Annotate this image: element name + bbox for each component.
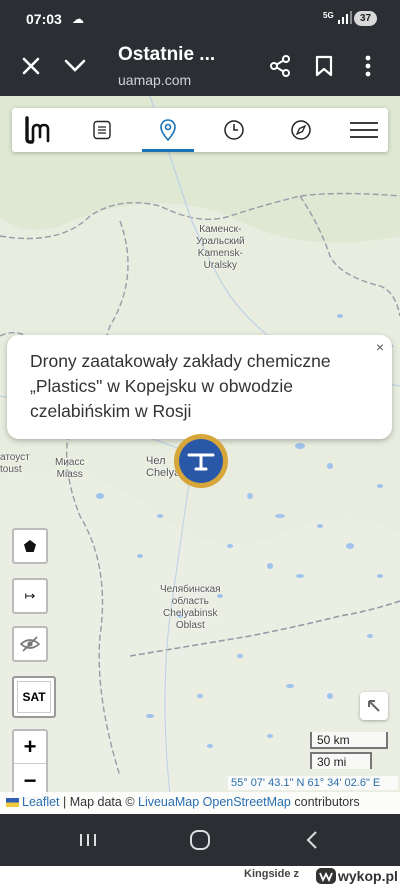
satellite-layer-button[interactable]: SAT xyxy=(12,676,56,718)
label-oblast: Челябинская область Chelyabinsk Oblast xyxy=(160,584,221,632)
logo-icon xyxy=(25,116,50,144)
liveuamap-logo[interactable] xyxy=(16,108,56,152)
popup-close-button[interactable]: × xyxy=(376,339,384,355)
cloud-icon: ☁ xyxy=(72,12,84,26)
watermark-site: wykop.pl xyxy=(337,868,398,884)
browser-header: 07:03 ☁ 5G 37 Ostatnie ... uamap.com xyxy=(0,0,400,96)
label-oblast-ru1: Челябинская xyxy=(160,584,221,595)
recent-apps-icon xyxy=(80,834,96,846)
clock-icon xyxy=(224,120,244,140)
osm-link[interactable]: OpenStreetMap xyxy=(203,795,291,809)
list-icon xyxy=(93,120,111,140)
home-icon xyxy=(190,830,210,850)
label-oblast-ru2: область xyxy=(171,596,209,607)
drone-event-marker[interactable] xyxy=(174,434,228,488)
location-pin-icon xyxy=(160,119,176,141)
back-chevron-icon xyxy=(306,831,317,849)
map-attribution: Leaflet | Map data © LiveuaMap OpenStree… xyxy=(0,792,400,814)
hamburger-menu-icon xyxy=(350,122,378,138)
pentagon-icon xyxy=(24,540,36,552)
leaflet-link[interactable]: Leaflet xyxy=(22,795,60,809)
watermark-user: Kingside z xyxy=(244,868,300,880)
label-zlatoust: атоуст toust xyxy=(0,452,30,476)
ukraine-flag-icon xyxy=(6,798,19,807)
label-kamensk-ru: Каменск- xyxy=(199,224,242,235)
battery-indicator: 37 xyxy=(354,11,377,26)
popup-text: Drony zaatakowały zakłady chemiczne „Pla… xyxy=(30,351,331,421)
chevron-down-icon xyxy=(64,59,86,72)
tab-time[interactable] xyxy=(214,108,254,152)
cursor-coordinates: 55° 07' 43.1" N 61° 34' 02.6" E xyxy=(228,776,398,790)
page-title: Ostatnie ... xyxy=(118,44,216,65)
toggle-visibility-button[interactable] xyxy=(12,626,48,662)
wykop-logo: wykop.pl xyxy=(316,868,398,884)
draw-line-button[interactable]: ↦ xyxy=(12,578,48,614)
signal-icon xyxy=(338,11,352,24)
marker-inner xyxy=(179,439,223,483)
label-kamensk-lat2: Uralsky xyxy=(203,260,237,271)
map[interactable]: Каменск- Уральский Kamensk- Uralsky атоу… xyxy=(0,96,400,814)
scale-km: 50 km xyxy=(310,732,388,749)
share-icon xyxy=(270,55,290,77)
bookmark-button[interactable] xyxy=(308,50,340,82)
network-type: 5G xyxy=(323,11,334,20)
draw-polygon-button[interactable] xyxy=(12,528,48,564)
label-miass: Миасс Miass xyxy=(55,457,84,481)
label-zlatoust-ru: атоуст xyxy=(0,452,30,463)
label-oblast-lat2: Oblast xyxy=(175,620,205,631)
back-button[interactable] xyxy=(300,826,324,854)
map-toolbar xyxy=(12,108,388,152)
menu-button[interactable] xyxy=(344,108,384,152)
attribution-contrib: contributors xyxy=(290,795,360,809)
line-tool-icon: ↦ xyxy=(24,588,36,603)
compass-icon xyxy=(291,120,311,140)
label-zlatoust-lat: toust xyxy=(0,464,22,475)
recent-apps-button[interactable] xyxy=(76,826,100,854)
label-miass-lat: Miass xyxy=(56,469,83,480)
label-kamensk-lat: Kamensk- xyxy=(197,248,243,259)
close-button[interactable] xyxy=(15,50,47,82)
label-oblast-lat1: Chelyabinsk xyxy=(163,608,218,619)
zoom-in-button[interactable]: + xyxy=(14,731,46,764)
page-url: uamap.com xyxy=(118,72,192,88)
status-time: 07:03 xyxy=(26,11,62,27)
share-button[interactable] xyxy=(264,50,296,82)
event-popup: Drony zaatakowały zakłady chemiczne „Pla… xyxy=(7,335,392,439)
attribution-sep: | Map data © xyxy=(59,795,138,809)
more-options-button[interactable] xyxy=(352,50,384,82)
collapse-button[interactable] xyxy=(59,50,91,82)
liveuamap-link[interactable]: LiveuaMap xyxy=(138,795,199,809)
tab-location[interactable] xyxy=(148,108,188,152)
eye-off-icon xyxy=(20,636,40,652)
drone-icon xyxy=(187,453,215,471)
fullscreen-button[interactable] xyxy=(360,692,388,720)
bookmark-icon xyxy=(315,55,333,77)
tab-explore[interactable] xyxy=(281,108,321,152)
tab-list[interactable] xyxy=(82,108,122,152)
label-kamensk-ru2: Уральский xyxy=(196,236,245,247)
label-kamensk: Каменск- Уральский Kamensk- Uralsky xyxy=(196,224,245,272)
label-miass-ru: Миасс xyxy=(55,457,85,468)
system-navigation-bar xyxy=(0,814,400,866)
watermark-strip: Kingside z wykop.pl xyxy=(0,866,400,886)
more-vertical-icon xyxy=(365,55,371,77)
scale-mi: 30 mi xyxy=(310,752,372,769)
close-icon xyxy=(22,57,40,75)
arrow-up-left-icon xyxy=(368,700,380,712)
active-tab-indicator xyxy=(142,149,194,152)
home-button[interactable] xyxy=(186,826,214,854)
zoom-control: + − xyxy=(12,729,48,799)
